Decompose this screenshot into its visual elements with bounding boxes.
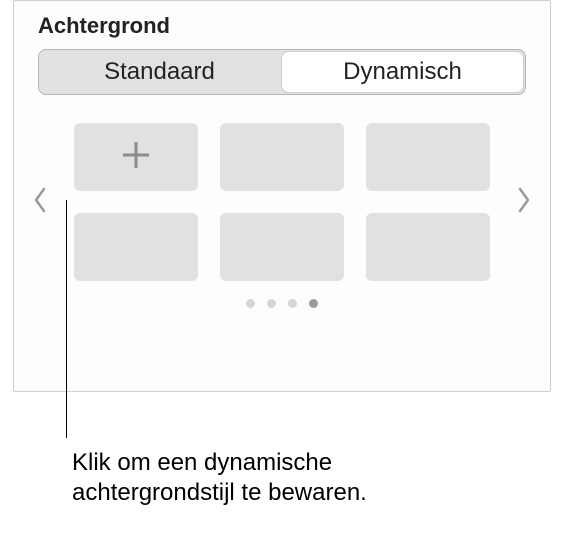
add-background-tile[interactable] <box>74 123 198 191</box>
prev-page-button[interactable] <box>24 182 56 222</box>
plus-icon <box>119 138 153 177</box>
chevron-left-icon <box>33 187 47 218</box>
background-tile[interactable] <box>220 213 344 281</box>
next-page-button[interactable] <box>508 182 540 222</box>
background-tile[interactable] <box>366 123 490 191</box>
page-dot-4[interactable] <box>309 299 318 308</box>
page-dots <box>14 299 550 308</box>
callout-text: Klik om een dynamische achtergrondstijl … <box>72 448 492 508</box>
background-tile[interactable] <box>220 123 344 191</box>
background-tile[interactable] <box>74 213 198 281</box>
callout-line <box>66 200 67 438</box>
page-dot-2[interactable] <box>267 299 276 308</box>
panel-title: Achtergrond <box>14 13 550 39</box>
background-grid <box>56 123 508 281</box>
background-tile[interactable] <box>366 213 490 281</box>
page-dot-1[interactable] <box>246 299 255 308</box>
tile-carousel <box>14 123 550 281</box>
page-dot-3[interactable] <box>288 299 297 308</box>
tab-standard[interactable]: Standaard <box>39 50 280 94</box>
tab-group: Standaard Dynamisch <box>38 49 526 95</box>
chevron-right-icon <box>517 187 531 218</box>
background-panel: Achtergrond Standaard Dynamisch <box>13 0 551 392</box>
tab-dynamic[interactable]: Dynamisch <box>282 52 523 92</box>
